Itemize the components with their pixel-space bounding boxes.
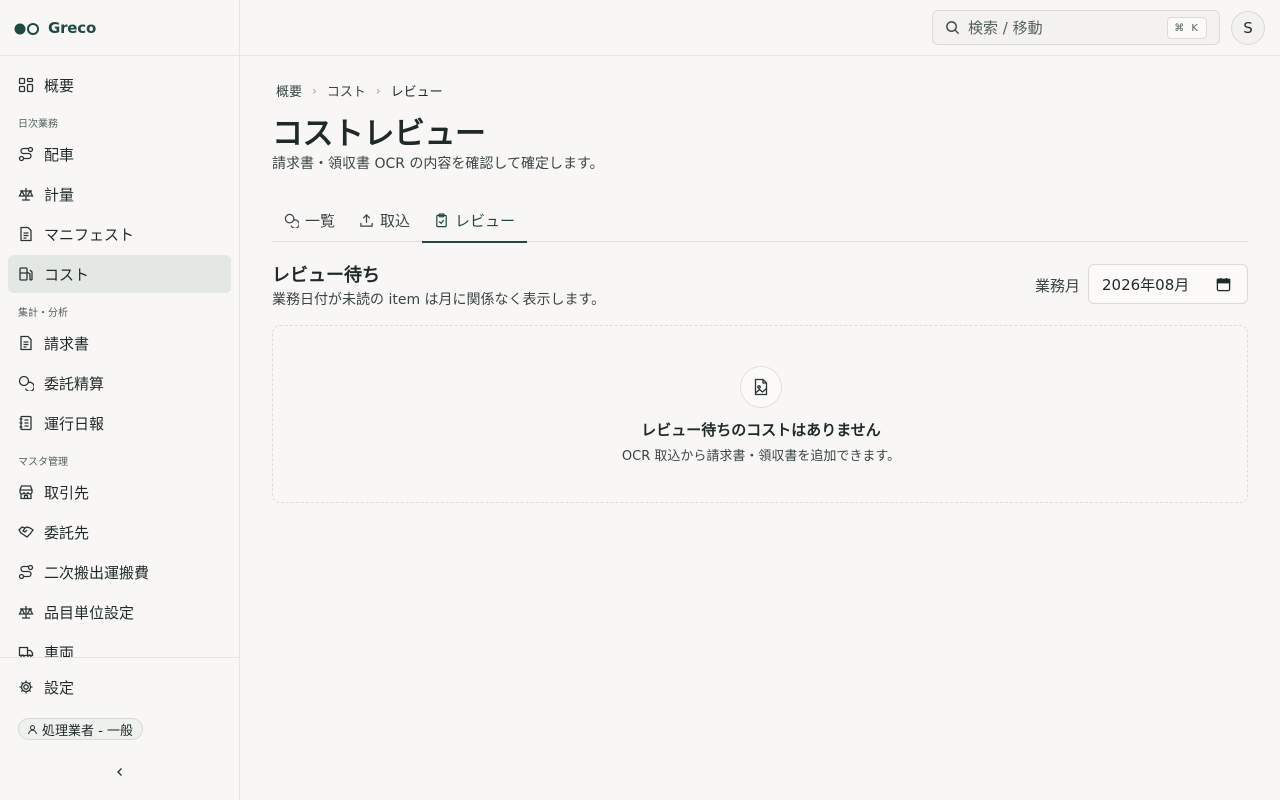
brand-name: Greco <box>48 18 97 37</box>
sidebar-item-secondary-transport[interactable]: 二次搬出運搬費 <box>8 553 231 591</box>
avatar[interactable]: S <box>1231 11 1265 45</box>
dashboard-icon <box>18 77 34 93</box>
search-input[interactable]: 検索 / 移動 ⌘ K <box>932 10 1220 45</box>
sidebar-item-item-units[interactable]: 品目単位設定 <box>8 593 231 631</box>
sidebar-item-label: 運行日報 <box>44 414 105 433</box>
empty-state-description: OCR 取込から請求書・領収書を追加できます。 <box>621 449 901 464</box>
sidebar-item-label: 計量 <box>44 185 75 204</box>
route-icon <box>18 564 34 580</box>
sidebar-item-label: 設定 <box>44 678 75 697</box>
role-badge[interactable]: 処理業者 - 一般 <box>18 718 143 740</box>
empty-state: レビュー待ちのコストはありません OCR 取込から請求書・領収書を追加できます。 <box>272 325 1248 503</box>
empty-state-title: レビュー待ちのコストはありません <box>641 421 881 439</box>
store-icon <box>18 484 34 500</box>
sidebar-item-clients[interactable]: 取引先 <box>8 473 231 511</box>
page-title: コストレビュー <box>272 116 486 152</box>
search-placeholder: 検索 / 移動 <box>968 19 1043 37</box>
sidebar-item-label: コスト <box>44 265 90 284</box>
breadcrumb: 概要 › コスト › レビュー <box>276 81 443 101</box>
tab-bar: 一覧 取込 レビュー <box>272 198 1248 243</box>
file-image-icon <box>740 366 782 408</box>
tab-label: レビュー <box>455 211 516 230</box>
brand[interactable]: Greco <box>0 0 239 56</box>
sidebar-item-label: 取引先 <box>44 483 90 502</box>
breadcrumb-item[interactable]: 概要 <box>276 81 302 100</box>
sidebar-item-cost[interactable]: コスト <box>8 255 231 293</box>
sidebar-item-label: 委託精算 <box>44 374 105 393</box>
upload-icon <box>360 213 373 227</box>
breadcrumb-item[interactable]: コスト <box>327 81 366 100</box>
tab-label: 取込 <box>380 211 411 230</box>
tab-review[interactable]: レビュー <box>422 198 528 243</box>
sidebar-item-label: 概要 <box>44 76 75 95</box>
tab-list[interactable]: 一覧 <box>272 198 347 242</box>
sidebar-footer: 設定 処理業者 - 一般 <box>0 657 239 800</box>
sidebar-item-label: 委託先 <box>44 523 90 542</box>
section-label-daily: 日次業務 <box>18 119 58 130</box>
topbar: 検索 / 移動 ⌘ K S <box>240 0 1280 56</box>
sidebar: Greco 概要 日次業務 配車 計量 マニフェスト コスト 集計・分析 請求書… <box>0 0 240 800</box>
sidebar-item-manifest[interactable]: マニフェスト <box>8 215 231 253</box>
tab-label: 一覧 <box>305 211 336 230</box>
calendar-icon[interactable] <box>1216 277 1231 292</box>
route-icon <box>18 146 34 162</box>
month-value: 2026年08月 <box>1102 275 1190 294</box>
sidebar-item-weighing[interactable]: 計量 <box>8 175 231 213</box>
truck-icon <box>18 644 34 657</box>
fuel-icon <box>18 266 34 282</box>
sidebar-item-daily-report[interactable]: 運行日報 <box>8 404 231 442</box>
keyboard-shortcut: ⌘ K <box>1167 17 1207 39</box>
document-icon <box>18 226 34 242</box>
sidebar-item-dispatch[interactable]: 配車 <box>8 135 231 173</box>
sidebar-item-label: 配車 <box>44 145 75 164</box>
section-description: 業務日付が未読の item は月に関係なく表示します。 <box>272 292 606 308</box>
gear-icon <box>18 679 34 695</box>
greco-logo-icon <box>14 21 40 35</box>
sidebar-item-label: 二次搬出運搬費 <box>44 563 150 582</box>
clipboard-check-icon <box>436 212 447 227</box>
chevron-right-icon: › <box>375 83 381 98</box>
sidebar-item-settlement[interactable]: 委託精算 <box>8 364 231 402</box>
sidebar-nav: 概要 日次業務 配車 計量 マニフェスト コスト 集計・分析 請求書 委託精算 … <box>0 56 239 657</box>
section-label-analytics: 集計・分析 <box>18 308 68 319</box>
sidebar-item-label: 品目単位設定 <box>44 603 135 622</box>
chevron-left-icon <box>117 768 122 776</box>
logbook-icon <box>18 415 34 431</box>
role-label: 処理業者 - 一般 <box>42 723 133 739</box>
sidebar-item-contractors[interactable]: 委託先 <box>8 513 231 551</box>
month-picker-input[interactable]: 2026年08月 <box>1088 264 1248 304</box>
sidebar-item-label: 車両 <box>44 643 75 658</box>
scale-icon <box>18 604 34 620</box>
search-icon <box>946 21 960 35</box>
coins-icon <box>18 375 34 391</box>
handshake-icon <box>18 524 34 540</box>
sidebar-item-vehicles[interactable]: 車両 <box>8 633 231 657</box>
sidebar-item-overview[interactable]: 概要 <box>8 66 231 104</box>
tab-import[interactable]: 取込 <box>347 198 422 242</box>
document-icon <box>18 335 34 351</box>
coins-icon <box>284 213 299 228</box>
sidebar-item-label: 請求書 <box>44 334 90 353</box>
sidebar-item-invoices[interactable]: 請求書 <box>8 324 231 362</box>
section-label-master: マスタ管理 <box>18 457 68 468</box>
section-title: レビュー待ち <box>272 265 380 286</box>
sidebar-item-settings[interactable]: 設定 <box>8 668 231 706</box>
collapse-sidebar-button[interactable] <box>110 762 130 782</box>
sidebar-item-label: マニフェスト <box>44 225 135 244</box>
chevron-right-icon: › <box>312 83 317 98</box>
user-icon <box>28 724 37 734</box>
page-description: 請求書・領収書 OCR の内容を確認して確定します。 <box>272 156 604 172</box>
month-label: 業務月 <box>1035 277 1081 295</box>
breadcrumb-current: レビュー <box>390 85 443 100</box>
scale-icon <box>18 186 34 202</box>
